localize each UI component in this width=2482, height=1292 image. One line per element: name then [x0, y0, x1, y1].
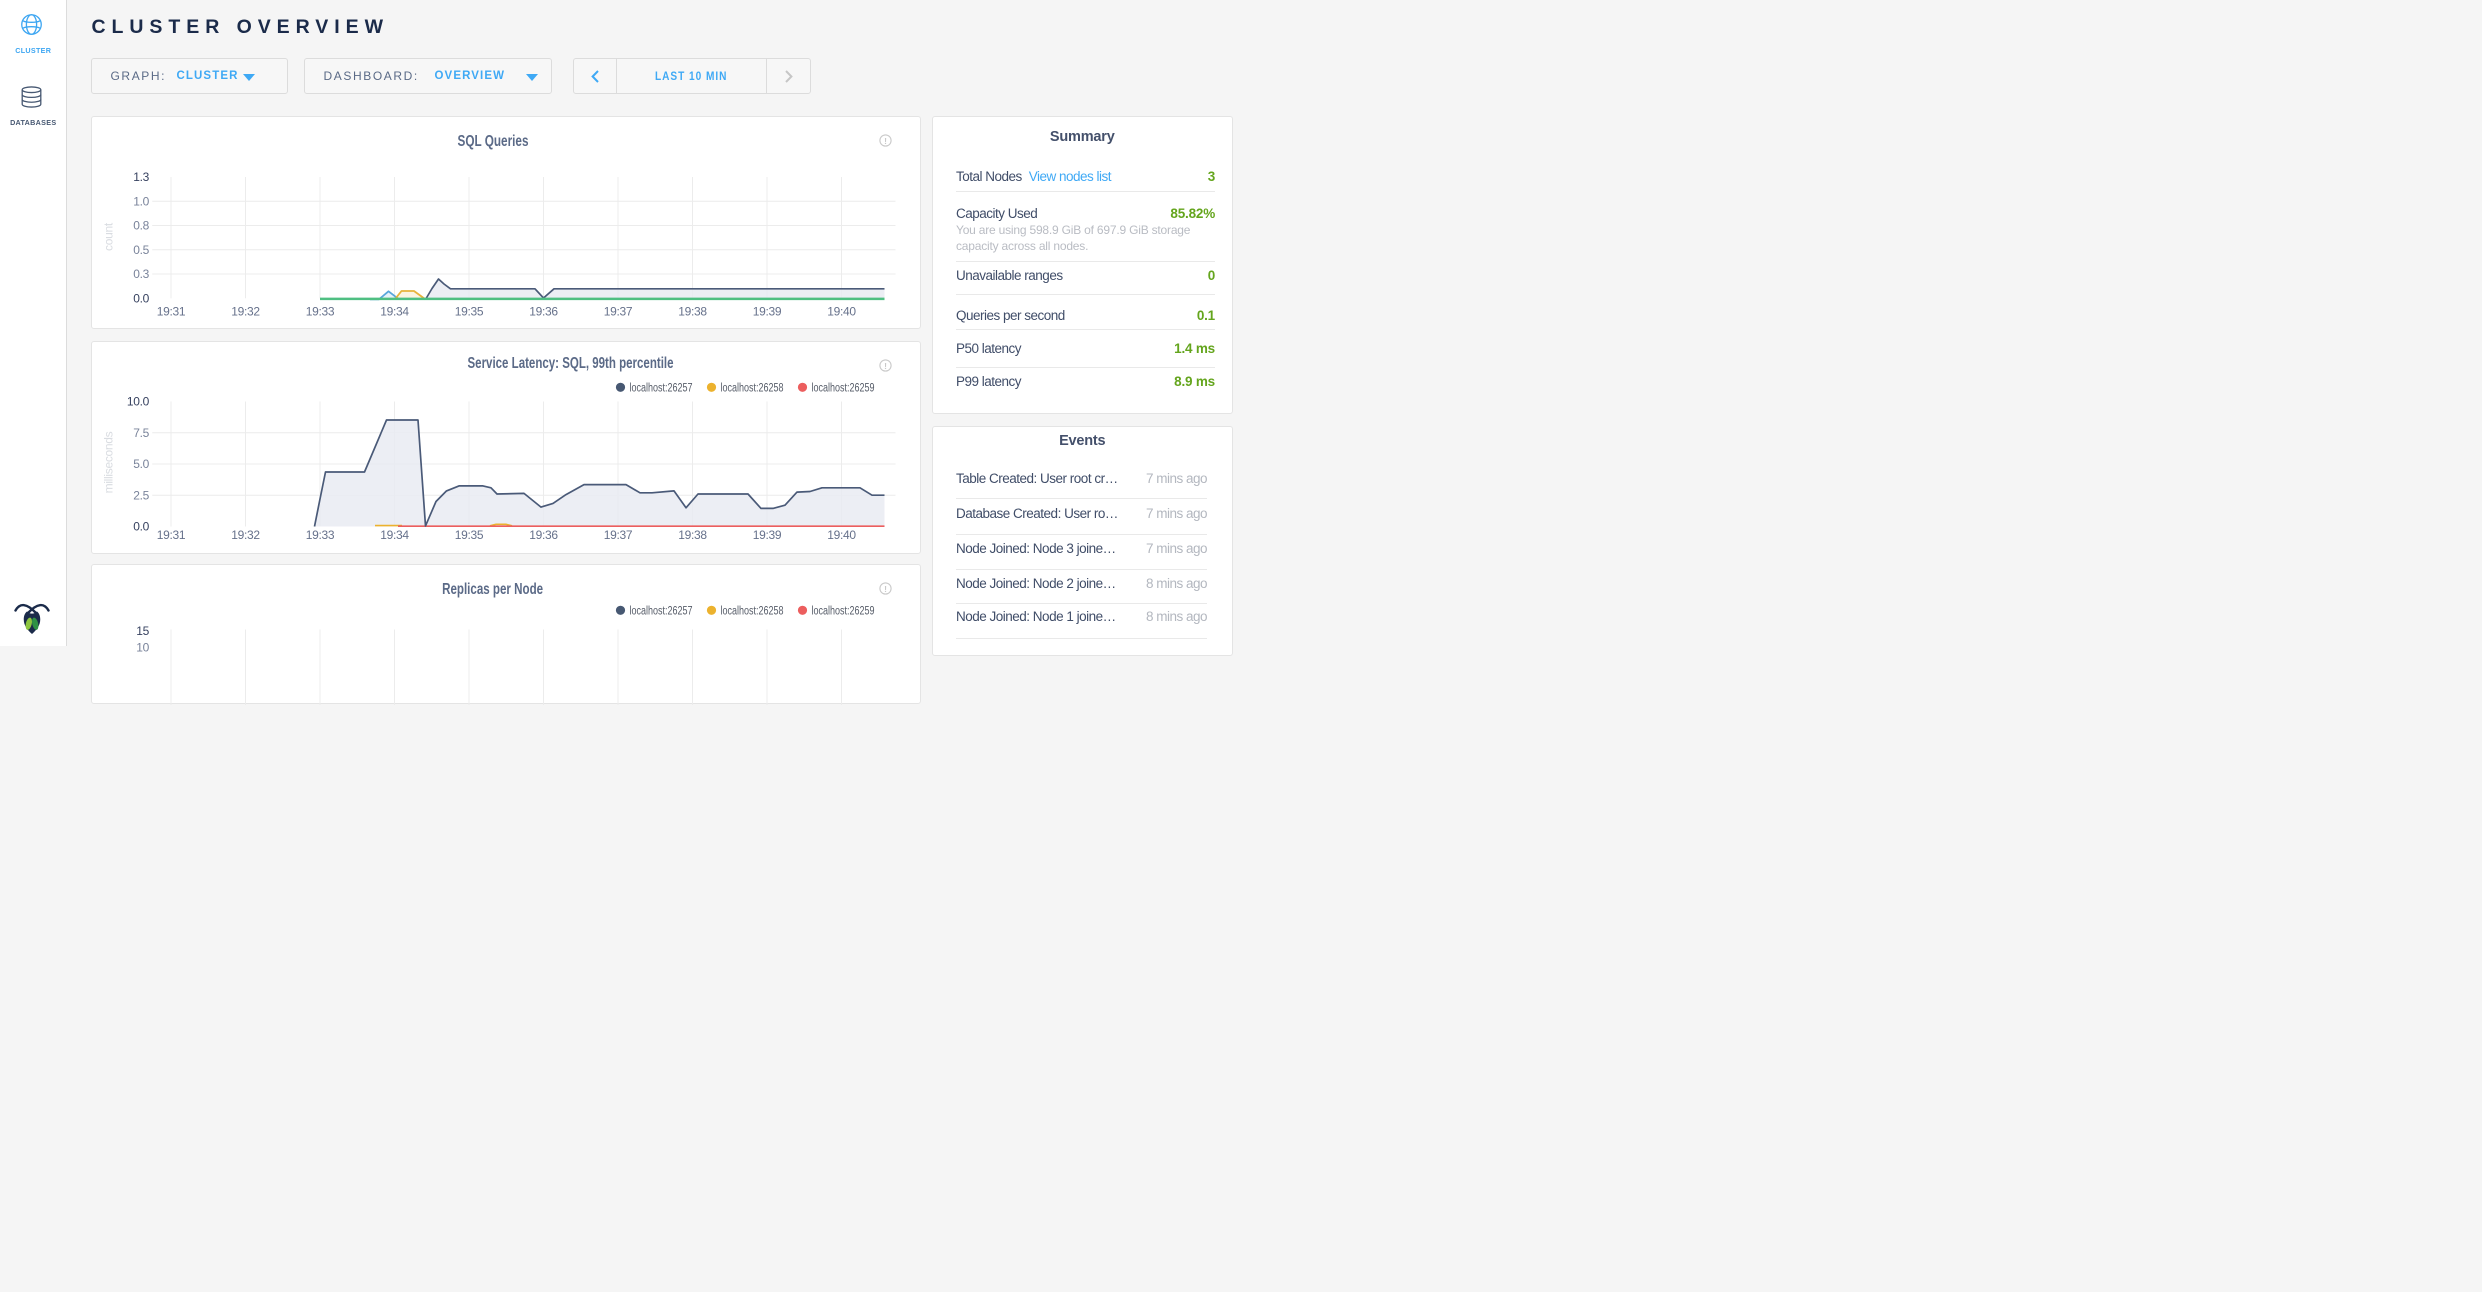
svg-text:10.0: 10.0	[126, 395, 149, 409]
svg-text:19:31: 19:31	[156, 528, 185, 542]
svg-text:1.3: 1.3	[133, 170, 149, 184]
svg-text:5.0: 5.0	[133, 457, 149, 471]
svg-text:19:37: 19:37	[603, 528, 632, 542]
svg-text:19:40: 19:40	[827, 305, 856, 319]
svg-text:localhost:26258: localhost:26258	[720, 382, 783, 394]
svg-text:0.5: 0.5	[133, 243, 149, 257]
svg-text:localhost:26258: localhost:26258	[720, 605, 783, 617]
svg-text:7.5: 7.5	[133, 426, 149, 440]
svg-text:0.0: 0.0	[133, 291, 149, 305]
svg-text:19:31: 19:31	[156, 305, 185, 319]
svg-text:19:33: 19:33	[305, 305, 334, 319]
svg-text:19:37: 19:37	[603, 305, 632, 319]
svg-text:localhost:26259: localhost:26259	[811, 605, 874, 617]
svg-text:0.0: 0.0	[133, 520, 149, 534]
svg-text:19:34: 19:34	[380, 305, 409, 319]
svg-text:19:33: 19:33	[305, 528, 334, 542]
svg-text:!: !	[884, 361, 887, 371]
svg-text:19:40: 19:40	[827, 528, 856, 542]
svg-text:localhost:26257: localhost:26257	[629, 382, 692, 394]
svg-text:SQL Queries: SQL Queries	[457, 133, 528, 150]
svg-text:19:32: 19:32	[231, 305, 260, 319]
svg-text:19:34: 19:34	[380, 528, 409, 542]
svg-text:count: count	[101, 222, 115, 251]
svg-text:19:38: 19:38	[678, 305, 707, 319]
svg-text:19:39: 19:39	[752, 528, 781, 542]
svg-text:!: !	[884, 584, 887, 594]
svg-text:2.5: 2.5	[133, 488, 149, 502]
svg-text:milliseconds: milliseconds	[101, 431, 115, 493]
svg-text:15: 15	[136, 624, 149, 638]
svg-text:19:38: 19:38	[678, 528, 707, 542]
svg-text:19:36: 19:36	[529, 528, 558, 542]
svg-text:Service Latency: SQL, 99th per: Service Latency: SQL, 99th percentile	[467, 355, 673, 372]
svg-text:localhost:26257: localhost:26257	[629, 605, 692, 617]
svg-text:Replicas per Node: Replicas per Node	[442, 581, 543, 598]
svg-text:0.8: 0.8	[133, 219, 149, 233]
svg-text:10: 10	[136, 641, 149, 655]
svg-text:localhost:26259: localhost:26259	[811, 382, 874, 394]
svg-text:19:35: 19:35	[454, 305, 483, 319]
svg-text:19:36: 19:36	[529, 305, 558, 319]
svg-text:1.0: 1.0	[133, 194, 149, 208]
svg-text:19:35: 19:35	[454, 528, 483, 542]
svg-text:19:32: 19:32	[231, 528, 260, 542]
svg-text:0.3: 0.3	[133, 267, 149, 281]
svg-text:!: !	[884, 136, 887, 146]
svg-text:19:39: 19:39	[752, 305, 781, 319]
